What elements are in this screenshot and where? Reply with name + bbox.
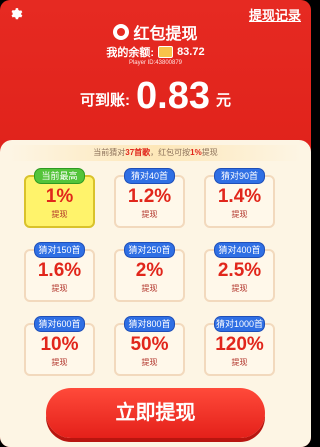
notice-middle: ，红包可按: [150, 148, 191, 157]
tier-sub: 提现: [141, 358, 158, 367]
notice-suffix: 提现: [201, 148, 218, 157]
notice-bar: 当前猜对37首歌，红包可按1%提现: [10, 145, 301, 161]
receive-row: 可到账: 0.83 元: [0, 76, 311, 116]
tier-card[interactable]: 猜对800首 50% 提现: [114, 316, 185, 376]
tier-card[interactable]: 猜对400首 2.5% 提现: [204, 242, 275, 302]
tier-sub: 提现: [231, 284, 248, 293]
tier-percent: 50%: [130, 334, 169, 355]
tier-badge: 猜对400首: [214, 242, 265, 258]
tier-card[interactable]: 猜对150首 1.6% 提现: [24, 242, 95, 302]
tier-badge: 猜对600首: [34, 316, 85, 332]
tier-percent: 1.2%: [127, 186, 172, 207]
tier-sub: 提现: [51, 284, 68, 293]
logo-icon: [113, 24, 130, 40]
tier-percent: 2.5%: [217, 260, 262, 281]
tier-sub: 提现: [51, 358, 68, 367]
tier-percent: 2%: [135, 260, 164, 281]
receive-label: 可到账:: [80, 92, 130, 109]
title-text: 红包提现: [133, 26, 198, 43]
receive-unit: 元: [215, 92, 231, 109]
tier-badge: 当前最高: [34, 168, 85, 184]
tier-percent: 120%: [215, 334, 264, 355]
balance-label: 我的余额:: [106, 47, 155, 59]
tier-sub: 提现: [141, 210, 158, 219]
player-id: Player ID:43800879: [128, 60, 183, 66]
tier-badge: 猜对250首: [124, 242, 175, 258]
tier-card[interactable]: 猜对600首 10% 提现: [24, 316, 95, 376]
balance-row: 我的余额: 83.72: [0, 44, 311, 60]
notice-percent: 1%: [190, 148, 202, 157]
tier-sub: 提现: [141, 284, 158, 293]
tier-badge: 猜对90首: [214, 168, 265, 184]
tier-percent: 1%: [45, 186, 74, 207]
wallet-icon: [158, 46, 174, 58]
tier-badge: 猜对150首: [34, 242, 85, 258]
tier-percent: 1.6%: [37, 260, 82, 281]
tier-card[interactable]: 猜对1000首 120% 提现: [204, 316, 275, 376]
tier-sub: 提现: [231, 358, 248, 367]
notice-prefix: 当前猜对: [93, 148, 126, 157]
tier-badge: 猜对800首: [124, 316, 175, 332]
tier-grid: 当前最高 1% 提现 猜对40首 1.2% 提现 猜对90首 1.4% 提现 猜对15…: [24, 168, 287, 376]
tier-badge: 猜对1000首: [214, 316, 265, 332]
tier-sub: 提现: [231, 210, 248, 219]
gear-icon[interactable]: [9, 7, 23, 21]
receive-amount: 0.83: [136, 75, 210, 117]
tier-card[interactable]: 猜对250首 2% 提现: [114, 242, 185, 302]
tier-card[interactable]: 猜对90首 1.4% 提现: [204, 168, 275, 228]
tier-card[interactable]: 当前最高 1% 提现: [24, 168, 95, 228]
page-title: 红包提现: [0, 20, 311, 44]
withdraw-screen: 提现记录 红包提现 我的余额: 83.72 Player ID:43800879…: [0, 0, 311, 447]
balance-value: 83.72: [177, 46, 205, 58]
tier-sub: 提现: [51, 210, 68, 219]
tier-percent: 10%: [40, 334, 79, 355]
tier-percent: 1.4%: [217, 186, 262, 207]
withdraw-now-button[interactable]: 立即提现: [46, 388, 265, 438]
tier-card[interactable]: 猜对40首 1.2% 提现: [114, 168, 185, 228]
notice-count: 37首歌: [125, 148, 151, 157]
tier-badge: 猜对40首: [124, 168, 175, 184]
